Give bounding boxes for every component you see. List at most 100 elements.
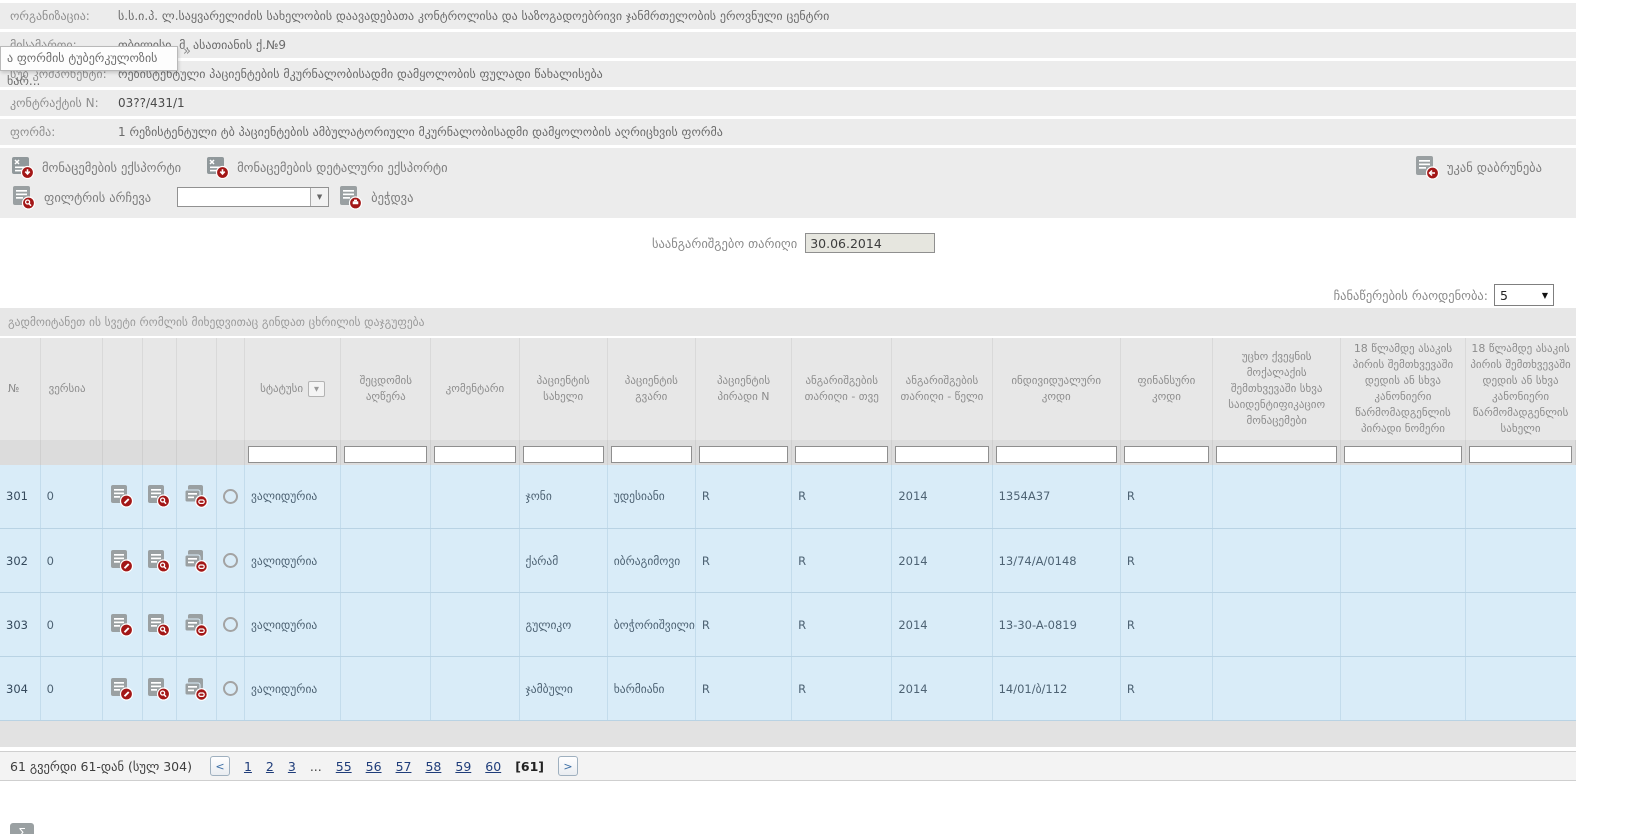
col-header-last-name[interactable]: პაციენტის გვარი bbox=[607, 338, 695, 440]
col-header-report-year[interactable]: ანგარიშგების თარიღი - წელი bbox=[892, 338, 992, 440]
filter-input-foreign-id[interactable] bbox=[1216, 446, 1337, 463]
cell-representative-name bbox=[1465, 593, 1575, 657]
cell-version: 0 bbox=[40, 465, 102, 529]
filter-select[interactable]: ▼ bbox=[177, 187, 329, 207]
records-count-row: ჩანაწერების რაოდენობა: 5 ▼ bbox=[0, 282, 1576, 308]
cell-representative-name bbox=[1465, 529, 1575, 593]
page-link-58[interactable]: 58 bbox=[425, 759, 441, 774]
toolbar-row-2: ფილტრის არჩევა ▼ bbox=[10, 182, 1566, 212]
cell-personal-n: R bbox=[695, 657, 791, 721]
pagination-bar: 61 გვერდი 61-დან (სულ 304) < 1 2 3 ... 5… bbox=[0, 751, 1576, 781]
filter-input-representative-number[interactable] bbox=[1344, 446, 1461, 463]
page-link-2[interactable]: 2 bbox=[266, 759, 274, 774]
print-icon bbox=[337, 184, 365, 210]
cell-first-name: ჯამბული bbox=[519, 657, 607, 721]
page-link-3[interactable]: 3 bbox=[288, 759, 296, 774]
export-button-label: მონაცემების ექსპორტი bbox=[42, 160, 181, 175]
row-copy-button[interactable] bbox=[176, 657, 216, 721]
col-header-error-desc[interactable]: შეცდომის აღწერა bbox=[341, 338, 431, 440]
organization-value: ს.ს.ი.პ. ლ.საყვარელიძის სახელობის დაავად… bbox=[118, 9, 829, 23]
col-header-first-name[interactable]: პაციენტის სახელი bbox=[519, 338, 607, 440]
view-document-icon bbox=[145, 677, 174, 701]
col-header-report-month[interactable]: ანგარიშგების თარიღი - თვე bbox=[792, 338, 892, 440]
col-header-status[interactable]: სტატუსი▼ bbox=[244, 338, 340, 440]
row-edit-button[interactable] bbox=[102, 529, 142, 593]
row-select-radio[interactable] bbox=[216, 593, 244, 657]
panel-expand-icon[interactable]: » bbox=[183, 44, 191, 59]
page-link-56[interactable]: 56 bbox=[366, 759, 382, 774]
row-view-button[interactable] bbox=[142, 465, 176, 529]
col-header-no[interactable]: № bbox=[0, 338, 40, 440]
col-header-financial-code[interactable]: ფინანსური კოდი bbox=[1120, 338, 1212, 440]
row-view-button[interactable] bbox=[142, 593, 176, 657]
col-header-comment[interactable]: კომენტარი bbox=[431, 338, 519, 440]
col-header-representative-number[interactable]: 18 წლამდე ასაკის პირის შემთხვევაში დედის… bbox=[1341, 338, 1465, 440]
cell-comment bbox=[431, 593, 519, 657]
cell-status: ვალიდურია bbox=[244, 657, 340, 721]
row-copy-button[interactable] bbox=[176, 593, 216, 657]
cell-personal-n: R bbox=[695, 593, 791, 657]
col-header-personal-n[interactable]: პაციენტის პირადი N bbox=[695, 338, 791, 440]
sum-icon[interactable]: Σ bbox=[10, 823, 34, 834]
page-link-57[interactable]: 57 bbox=[396, 759, 412, 774]
edit-document-icon bbox=[105, 549, 140, 573]
filter-input-personal-n[interactable] bbox=[699, 446, 788, 463]
row-select-radio[interactable] bbox=[216, 529, 244, 593]
print-button[interactable]: ბეჭდვა bbox=[337, 184, 413, 210]
row-edit-button[interactable] bbox=[102, 657, 142, 721]
row-copy-button[interactable] bbox=[176, 529, 216, 593]
col-header-individual-code[interactable]: ინდივიდუალური კოდი bbox=[992, 338, 1120, 440]
filter-select-dropdown-icon[interactable]: ▼ bbox=[310, 188, 328, 206]
row-select-radio[interactable] bbox=[216, 657, 244, 721]
filter-input-individual-code[interactable] bbox=[996, 446, 1117, 463]
cell-report-month: R bbox=[792, 657, 892, 721]
cell-error-desc bbox=[341, 657, 431, 721]
row-edit-button[interactable] bbox=[102, 465, 142, 529]
filter-input-representative-name[interactable] bbox=[1469, 446, 1572, 463]
col-header-foreign-id[interactable]: უცხო ქვეყნის მოქალაქის შემთხვევაში სხვა … bbox=[1213, 338, 1341, 440]
row-copy-button[interactable] bbox=[176, 465, 216, 529]
col-header-view bbox=[142, 338, 176, 440]
cell-no: 302 bbox=[0, 529, 40, 593]
organization-label: ორგანიზაცია: bbox=[0, 9, 118, 23]
filter-input-comment[interactable] bbox=[434, 446, 515, 463]
filter-input-status[interactable] bbox=[248, 446, 337, 463]
table-row: 303 0 bbox=[0, 593, 1576, 657]
cell-comment bbox=[431, 529, 519, 593]
report-info-section: ორგანიზაცია: ს.ს.ი.პ. ლ.საყვარელიძის სახ… bbox=[0, 0, 1576, 145]
records-count-label: ჩანაწერების რაოდენობა: bbox=[1334, 288, 1488, 303]
row-select-radio[interactable] bbox=[216, 465, 244, 529]
page-link-59[interactable]: 59 bbox=[455, 759, 471, 774]
prev-page-button[interactable]: < bbox=[210, 756, 230, 776]
filter-input-error-desc[interactable] bbox=[344, 446, 427, 463]
cell-status: ვალიდურია bbox=[244, 465, 340, 529]
report-date-input[interactable] bbox=[805, 233, 935, 253]
row-view-button[interactable] bbox=[142, 529, 176, 593]
status-filter-dropdown-icon[interactable]: ▼ bbox=[308, 381, 325, 397]
cell-last-name: იბრაგიმოვი bbox=[607, 529, 695, 593]
filter-input-first-name[interactable] bbox=[523, 446, 604, 463]
col-header-representative-name[interactable]: 18 წლამდე ასაკის პირის შემთხვევაში დედის… bbox=[1465, 338, 1575, 440]
back-button[interactable]: უკან დაბრუნება bbox=[1413, 154, 1542, 180]
page-link-1[interactable]: 1 bbox=[244, 759, 252, 774]
patients-table: № ვერსია სტატუსი▼ შეცდომის აღწერა კომენტ… bbox=[0, 338, 1576, 721]
col-header-version[interactable]: ვერსია bbox=[40, 338, 102, 440]
filter-input-report-year[interactable] bbox=[895, 446, 988, 463]
table-row: 302 0 bbox=[0, 529, 1576, 593]
row-view-button[interactable] bbox=[142, 657, 176, 721]
filter-input-financial-code[interactable] bbox=[1124, 446, 1209, 463]
filter-cell-empty bbox=[102, 440, 142, 465]
export-button[interactable]: მონაცემების ექსპორტი bbox=[10, 155, 181, 179]
page-link-60[interactable]: 60 bbox=[485, 759, 501, 774]
detailed-export-button[interactable]: მონაცემების დეტალური ექსპორტი bbox=[205, 155, 447, 179]
page-link-55[interactable]: 55 bbox=[336, 759, 352, 774]
records-count-select[interactable]: 5 ▼ bbox=[1494, 284, 1554, 306]
filter-search-icon bbox=[10, 184, 38, 210]
next-page-button[interactable]: > bbox=[558, 756, 578, 776]
filter-cell-empty bbox=[142, 440, 176, 465]
choose-filter-button[interactable]: ფილტრის არჩევა bbox=[10, 184, 151, 210]
filter-input-report-month[interactable] bbox=[795, 446, 888, 463]
row-edit-button[interactable] bbox=[102, 593, 142, 657]
filter-input-last-name[interactable] bbox=[611, 446, 692, 463]
report-date-row: საანგარიშგებო თარიღი bbox=[0, 231, 1576, 255]
